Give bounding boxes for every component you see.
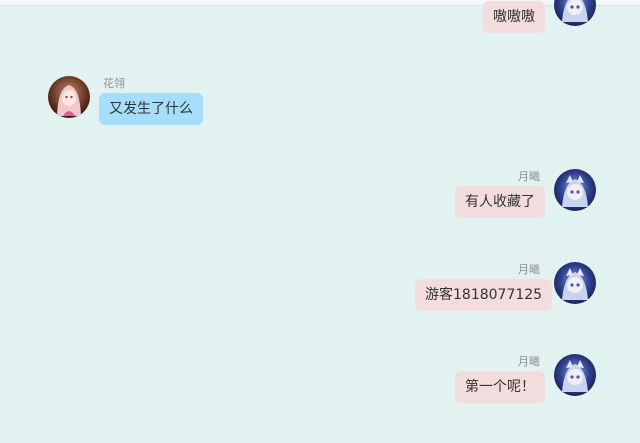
avatar-yuexi[interactable] [554,354,596,396]
message-bubble[interactable]: 游客1818077125 [415,279,553,311]
sender-name: 月曦 [518,355,540,368]
message-bubble[interactable]: 有人收藏了 [455,186,545,218]
sender-name: 花翎 [103,77,125,90]
sender-name: 月曦 [518,170,540,183]
message-bubble[interactable]: 第一个呢！ [455,371,545,403]
avatar-yuexi[interactable] [554,169,596,211]
avatar-hualing[interactable] [48,76,90,118]
sender-name: 月曦 [518,263,540,276]
message-bubble[interactable]: 又发生了什么 [99,93,203,125]
message-bubble[interactable]: 嗷嗷嗷 [483,1,545,33]
avatar-yuexi[interactable] [554,0,596,26]
avatar-yuexi[interactable] [554,262,596,304]
